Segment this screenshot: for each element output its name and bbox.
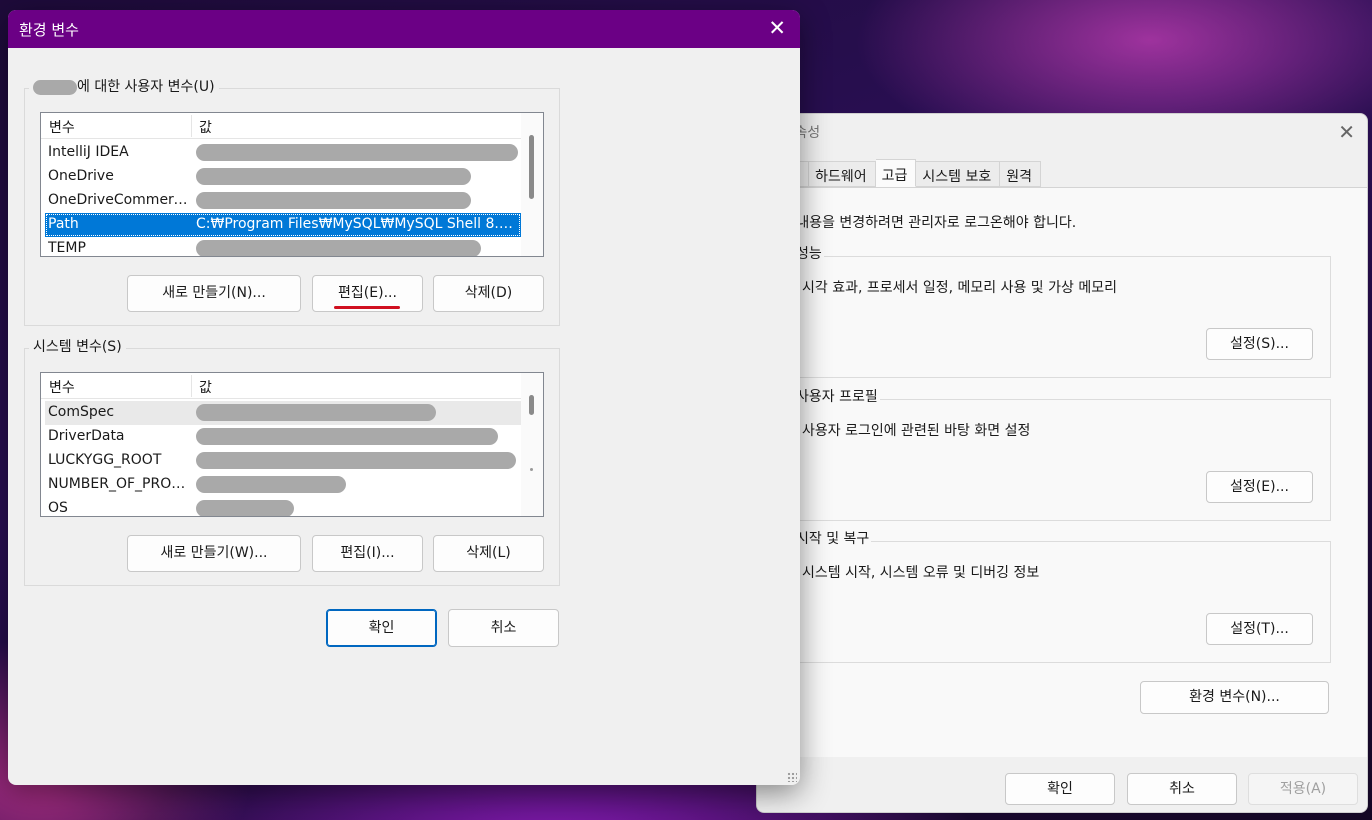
column-header-value[interactable]: 값 bbox=[199, 377, 212, 397]
system-new-button[interactable]: 새로 만들기(W)... bbox=[127, 535, 301, 572]
dialog-footer: 확인 취소 적용(A) bbox=[757, 757, 1367, 812]
system-delete-button[interactable]: 삭제(L) bbox=[433, 535, 544, 572]
list-scrollbar[interactable] bbox=[521, 373, 543, 516]
close-icon[interactable]: ✕ bbox=[1338, 120, 1355, 144]
system-variables-list[interactable]: 변수 값 ComSpec DriverData LUCKYGG_ROOT NUM… bbox=[40, 372, 544, 517]
group-label: 사용자 프로필 bbox=[794, 386, 880, 406]
tab-remote[interactable]: 원격 bbox=[1000, 161, 1042, 187]
user-variables-group: 에 대한 사용자 변수(U) 변수 값 IntelliJ IDEA OneDri… bbox=[24, 76, 560, 326]
list-item[interactable]: IntelliJ IDEA bbox=[45, 141, 521, 165]
performance-group: 성능 시각 효과, 프로세서 일정, 메모리 사용 및 가상 메모리 설정(S)… bbox=[757, 243, 1331, 378]
redacted-value bbox=[196, 240, 481, 256]
list-item[interactable]: OneDrive bbox=[45, 165, 521, 189]
tab-system-protection[interactable]: 시스템 보호 bbox=[916, 161, 1001, 187]
list-item-selected[interactable]: Path C:₩Program Files₩MySQL₩MySQL Shell … bbox=[45, 213, 521, 237]
environment-variables-window: 환경 변수 ✕ 에 대한 사용자 변수(U) 변수 값 IntelliJ IDE… bbox=[8, 10, 800, 785]
redacted-value bbox=[196, 404, 436, 421]
column-header-variable[interactable]: 변수 bbox=[49, 117, 75, 137]
ok-button[interactable]: 확인 bbox=[1005, 773, 1115, 805]
advanced-tab-panel: 이 내용을 변경하려면 관리자로 로그온해야 합니다. 성능 시각 효과, 프로… bbox=[757, 187, 1367, 757]
ok-button[interactable]: 확인 bbox=[326, 609, 437, 647]
close-icon[interactable]: ✕ bbox=[768, 16, 786, 40]
edit-button-annotation-underline bbox=[334, 306, 400, 309]
list-item[interactable]: OneDriveCommercial bbox=[45, 189, 521, 213]
system-variables-label: 시스템 변수(S) bbox=[29, 336, 126, 356]
admin-notice: 이 내용을 변경하려면 관리자로 로그온해야 합니다. bbox=[779, 215, 1077, 231]
scrollbar-thumb[interactable] bbox=[529, 135, 534, 199]
redacted-value bbox=[196, 168, 471, 185]
redacted-value bbox=[196, 428, 498, 445]
system-variables-group: 시스템 변수(S) 변수 값 ComSpec DriverData LUCKYG… bbox=[24, 336, 560, 586]
tab-advanced[interactable]: 고급 bbox=[875, 159, 917, 187]
user-variables-list[interactable]: 변수 값 IntelliJ IDEA OneDrive OneDriveComm… bbox=[40, 112, 544, 257]
redacted-value bbox=[196, 500, 294, 516]
resize-grip-icon[interactable] bbox=[787, 772, 797, 782]
group-description: 사용자 로그인에 관련된 바탕 화면 설정 bbox=[802, 423, 1031, 439]
user-new-button[interactable]: 새로 만들기(N)... bbox=[127, 275, 301, 312]
list-item[interactable]: DriverData bbox=[45, 425, 521, 449]
cancel-button[interactable]: 취소 bbox=[1127, 773, 1237, 805]
redacted-value bbox=[196, 192, 471, 209]
performance-settings-button[interactable]: 설정(S)... bbox=[1206, 328, 1313, 360]
scrollbar-dot bbox=[530, 468, 533, 471]
apply-button[interactable]: 적용(A) bbox=[1248, 773, 1358, 805]
redacted-value bbox=[196, 476, 346, 493]
user-delete-button[interactable]: 삭제(D) bbox=[433, 275, 544, 312]
title-bar[interactable]: 환경 변수 ✕ bbox=[8, 10, 800, 48]
window-title: 환경 변수 bbox=[19, 21, 79, 39]
redacted-value bbox=[196, 144, 518, 161]
column-header-value[interactable]: 값 bbox=[199, 117, 212, 137]
list-item[interactable]: NUMBER_OF_PROCESSORS bbox=[45, 473, 521, 497]
group-description: 시각 효과, 프로세서 일정, 메모리 사용 및 가상 메모리 bbox=[802, 280, 1117, 296]
list-item[interactable]: TEMP bbox=[45, 237, 521, 256]
startup-recovery-settings-button[interactable]: 설정(T)... bbox=[1206, 613, 1313, 645]
user-profiles-group: 사용자 프로필 사용자 로그인에 관련된 바탕 화면 설정 설정(E)... bbox=[757, 386, 1331, 521]
scrollbar-thumb[interactable] bbox=[529, 395, 534, 415]
column-header-variable[interactable]: 변수 bbox=[49, 377, 75, 397]
startup-recovery-group: 시작 및 복구 시스템 시작, 시스템 오류 및 디버깅 정보 설정(T)... bbox=[757, 528, 1331, 663]
user-variables-label: 에 대한 사용자 변수(U) bbox=[29, 76, 219, 96]
group-description: 시스템 시작, 시스템 오류 및 디버깅 정보 bbox=[802, 565, 1040, 581]
redacted-value bbox=[196, 452, 516, 469]
environment-variables-button[interactable]: 환경 변수(N)... bbox=[1140, 681, 1329, 714]
list-header: 변수 값 bbox=[41, 113, 521, 139]
list-item[interactable]: ComSpec bbox=[45, 401, 521, 425]
list-scrollbar[interactable] bbox=[521, 113, 543, 256]
cancel-button[interactable]: 취소 bbox=[448, 609, 559, 647]
list-header: 변수 값 bbox=[41, 373, 521, 399]
tab-hardware[interactable]: 하드웨어 bbox=[809, 161, 876, 187]
system-edit-button[interactable]: 편집(I)... bbox=[312, 535, 423, 572]
redacted-username bbox=[33, 79, 77, 95]
user-profiles-settings-button[interactable]: 설정(E)... bbox=[1206, 471, 1313, 503]
system-properties-window: 템 속성 ✕ 터 이름 하드웨어 고급 시스템 보호 원격 이 내용을 변경하려… bbox=[756, 113, 1368, 813]
list-item[interactable]: LUCKYGG_ROOT bbox=[45, 449, 521, 473]
group-label: 시작 및 복구 bbox=[794, 528, 872, 548]
list-item[interactable]: OS bbox=[45, 497, 521, 516]
